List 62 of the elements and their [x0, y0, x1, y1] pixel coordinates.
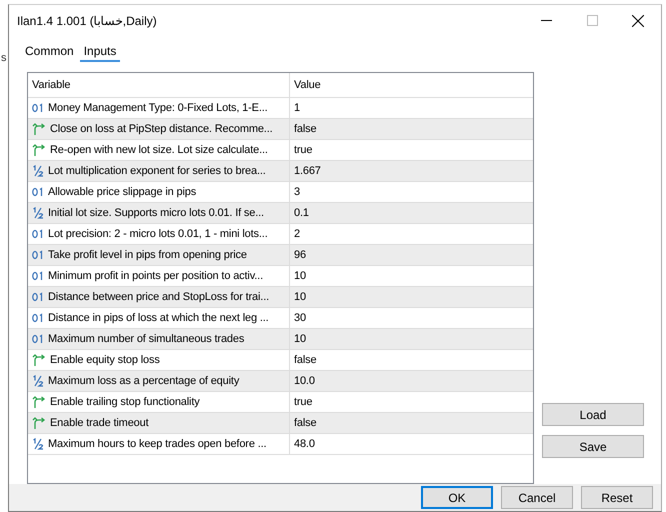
column-header[interactable]: Value — [290, 73, 533, 97]
fraction-icon — [32, 165, 44, 177]
variable-value[interactable]: 1 — [294, 102, 300, 114]
integer-icon — [32, 334, 44, 344]
branch-arrow-icon — [32, 417, 46, 429]
variable-value[interactable]: false — [294, 123, 316, 135]
integer-icon — [32, 313, 44, 323]
background-text: s — [1, 52, 6, 64]
variable-value[interactable]: 48.0 — [294, 438, 315, 450]
variable-name: Minimum profit in points per position to activ... — [48, 270, 263, 282]
integer-icon — [32, 103, 44, 113]
variable-value[interactable]: false — [294, 354, 316, 366]
branch-arrow-icon — [32, 396, 46, 408]
variable-name: Allowable price slippage in pips — [48, 186, 196, 198]
variable-value[interactable]: 10 — [294, 270, 306, 282]
variable-value[interactable]: false — [294, 417, 316, 429]
variable-name: Lot precision: 2 - micro lots 0.01, 1 - mini lots... — [48, 228, 268, 240]
variable-name: Maximum loss as a percentage of equity — [48, 375, 240, 387]
integer-icon — [32, 250, 44, 260]
tab[interactable]: Inputs — [80, 42, 120, 62]
variable-name: Distance in pips of loss at which the next leg ... — [48, 312, 269, 324]
variable-value[interactable]: 10.0 — [294, 375, 315, 387]
variable-value[interactable]: 1.667 — [294, 165, 321, 177]
fraction-icon — [32, 207, 44, 219]
variable-name: Distance between price and StopLoss for trai... — [48, 291, 270, 303]
dialog-button[interactable]: Reset — [581, 486, 653, 509]
branch-arrow-icon — [32, 123, 46, 135]
variable-value[interactable]: 10 — [294, 291, 306, 303]
window-title: Ilan1.4 1.001 (خسابا,Daily) — [17, 14, 158, 28]
integer-icon — [32, 292, 44, 302]
variable-value[interactable]: 30 — [294, 312, 306, 324]
variable-value[interactable]: true — [294, 396, 312, 408]
variable-name: Enable trailing stop functionality — [50, 396, 200, 408]
variable-name: Re-open with new lot size. Lot size calculate... — [50, 144, 268, 156]
dialog-button[interactable]: OK — [421, 486, 493, 509]
tab[interactable]: Common — [21, 42, 78, 62]
variable-name: Take profit level in pips from opening price — [48, 249, 247, 261]
fraction-icon — [32, 438, 44, 450]
variable-name: Close on loss at PipStep distance. Recomme... — [50, 123, 273, 135]
variable-name: Money Management Type: 0-Fixed Lots, 1-E... — [48, 102, 268, 114]
side-button[interactable]: Load — [542, 403, 644, 426]
dialog-button[interactable]: Cancel — [501, 486, 573, 509]
branch-arrow-icon — [32, 144, 46, 156]
variable-value[interactable]: true — [294, 144, 312, 156]
variable-name: Enable equity stop loss — [50, 354, 160, 366]
variable-name: Lot multiplication exponent for series to brea... — [48, 165, 266, 177]
variable-name: Enable trade timeout — [50, 417, 149, 429]
variable-name: Maximum number of simultaneous trades — [48, 333, 244, 345]
variable-value[interactable]: 0.1 — [294, 207, 309, 219]
integer-icon — [32, 271, 44, 281]
fraction-icon — [32, 375, 44, 387]
integer-icon — [32, 229, 44, 239]
variable-value[interactable]: 3 — [294, 186, 300, 198]
integer-icon — [32, 187, 44, 197]
variable-name: Initial lot size. Supports micro lots 0.01. If se... — [48, 207, 264, 219]
variable-value[interactable]: 96 — [294, 249, 306, 261]
side-button[interactable]: Save — [542, 435, 644, 458]
column-header[interactable]: Variable — [28, 73, 290, 97]
branch-arrow-icon — [32, 354, 46, 366]
variable-name: Maximum hours to keep trades open before ... — [48, 438, 266, 450]
variable-value[interactable]: 10 — [294, 333, 306, 345]
variable-value[interactable]: 2 — [294, 228, 300, 240]
